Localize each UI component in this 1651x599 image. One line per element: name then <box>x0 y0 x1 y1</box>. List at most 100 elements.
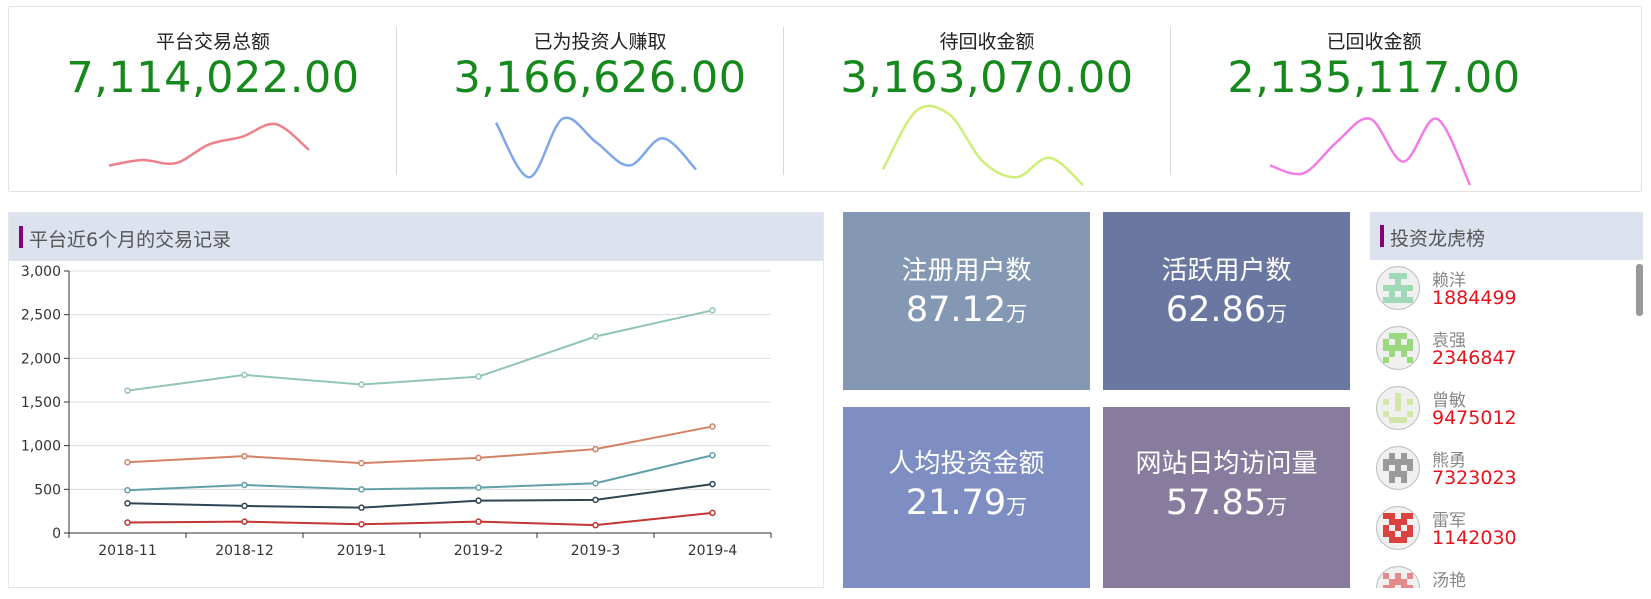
avatar <box>1376 506 1420 550</box>
data-point <box>592 479 599 487</box>
avatar <box>1376 446 1420 490</box>
accent-bar <box>1380 225 1384 247</box>
data-point <box>592 521 599 529</box>
line-chart[interactable]: 0 500 1,000 1,500 2,000 2,500 3,000 2018-11 2018… <box>9 261 823 587</box>
data-point <box>124 459 131 466</box>
tile-title: 活跃用户数 <box>1161 256 1292 286</box>
data-point <box>709 423 716 430</box>
sparkline <box>494 116 697 179</box>
x-tick-label: 2018-11 <box>98 543 157 559</box>
tile-value: 62.86万 <box>1165 290 1288 330</box>
chart-panel-title: 平台近6个月的交易记录 <box>29 229 232 251</box>
data-point <box>475 518 482 525</box>
ranking-item[interactable]: 熊勇 7323023 <box>1376 442 1626 502</box>
series-line <box>127 511 713 527</box>
data-point <box>358 521 365 528</box>
ranking-title: 投资龙虎榜 <box>1390 228 1486 250</box>
data-point <box>358 381 365 388</box>
x-tick-label: 2019-1 <box>337 543 387 559</box>
ranking-item[interactable]: 袁强 2346847 <box>1376 322 1626 382</box>
ranking-item[interactable]: 汤艳 <box>1376 562 1626 588</box>
avatar <box>1376 386 1420 430</box>
data-point <box>709 509 716 517</box>
tile-avg-investment: 人均投资金额 21.79万 <box>843 407 1090 588</box>
tile-title: 网站日均访问量 <box>1135 449 1318 479</box>
data-point <box>475 497 482 504</box>
data-point <box>241 518 248 525</box>
y-tick-label: 0 <box>52 526 61 542</box>
sparkline <box>881 104 1084 186</box>
y-tick-label: 2,000 <box>21 351 61 367</box>
series-line <box>127 309 713 392</box>
tile-registered-users: 注册用户数 87.12万 <box>843 212 1090 390</box>
sparkline <box>1269 117 1472 186</box>
ranking-value: 7323023 <box>1432 467 1517 489</box>
data-point <box>241 481 248 489</box>
tile-title: 人均投资金额 <box>888 449 1045 479</box>
ranking-name: 汤艳 <box>1432 571 1466 588</box>
y-tick-label: 3,000 <box>21 264 61 280</box>
sparkline-path <box>1269 117 1472 186</box>
stat-total-volume: 平台交易总额 7,114,022.00 <box>9 7 417 193</box>
data-point <box>124 500 131 507</box>
tile-value: 57.85万 <box>1165 483 1288 523</box>
data-point <box>475 373 482 380</box>
x-tick-label: 2018-12 <box>215 543 274 559</box>
ranking-value: 1884499 <box>1432 287 1517 309</box>
y-tick-label: 1,000 <box>21 439 61 455</box>
ranking-item[interactable]: 曾敏 9475012 <box>1376 382 1626 442</box>
data-point <box>709 480 716 488</box>
data-point <box>709 452 716 459</box>
ranking-value: 9475012 <box>1432 407 1517 429</box>
data-point <box>124 387 131 394</box>
data-point <box>592 496 599 504</box>
y-tick-label: 500 <box>34 482 61 498</box>
tile-daily-visits: 网站日均访问量 57.85万 <box>1103 407 1350 588</box>
ranking-item[interactable]: 雷军 1142030 <box>1376 502 1626 562</box>
data-point <box>241 452 248 460</box>
sparkline <box>108 122 310 167</box>
avatar <box>1376 326 1420 370</box>
data-point <box>124 519 131 526</box>
tile-value: 87.12万 <box>905 290 1028 330</box>
data-point <box>358 486 365 493</box>
ranking-panel: 投资龙虎榜 赖洋 1884499 袁强 2346847 曾敏 9475012 熊勇 73230… <box>1370 212 1643 588</box>
ranking-value: 1142030 <box>1432 527 1517 549</box>
stat-recovered: 已回收金额 2,135,117.00 <box>1170 7 1578 193</box>
sparkline-path <box>881 104 1084 186</box>
sparkline-path <box>108 122 310 167</box>
y-tick-label: 2,500 <box>21 308 61 324</box>
data-point <box>124 486 131 494</box>
tile-active-users: 活跃用户数 62.86万 <box>1103 212 1350 390</box>
data-point <box>358 459 365 467</box>
ranking-header: 投资龙虎榜 <box>1370 212 1643 260</box>
avatar <box>1376 266 1420 310</box>
chart-panel: 平台近6个月的交易记录 0 500 1,000 1,500 2,000 2,500 3,00… <box>8 212 824 588</box>
accent-bar <box>19 226 23 248</box>
series-line <box>127 425 713 465</box>
ranking-list[interactable]: 赖洋 1884499 袁强 2346847 曾敏 9475012 熊勇 7323023 雷军 11… <box>1370 262 1631 588</box>
tile-title: 注册用户数 <box>901 256 1032 286</box>
data-point <box>592 445 599 453</box>
data-point <box>709 307 716 314</box>
x-tick-label: 2019-3 <box>571 543 621 559</box>
data-point <box>241 371 248 379</box>
avatar <box>1376 566 1420 588</box>
ranking-value: 2346847 <box>1432 347 1517 369</box>
data-point <box>241 502 248 510</box>
tile-value: 21.79万 <box>905 483 1028 523</box>
ranking-item[interactable]: 赖洋 1884499 <box>1376 262 1626 322</box>
data-point <box>475 454 482 462</box>
stat-earned: 已为投资人赚取 3,166,626.00 <box>396 7 804 193</box>
scrollbar-thumb[interactable] <box>1636 264 1643 316</box>
chart-panel-header: 平台近6个月的交易记录 <box>9 213 823 261</box>
data-point <box>592 333 599 340</box>
stats-panel: 平台交易总额 7,114,022.00 已为投资人赚取 3,166,626.00… <box>8 6 1642 192</box>
data-point <box>475 484 482 491</box>
x-tick-label: 2019-2 <box>454 543 504 559</box>
data-point <box>358 504 365 511</box>
y-tick-label: 1,500 <box>21 395 61 411</box>
x-tick-label: 2019-4 <box>688 543 738 559</box>
sparkline-path <box>494 116 697 179</box>
stat-pending: 待回收金额 3,163,070.00 <box>783 7 1191 193</box>
